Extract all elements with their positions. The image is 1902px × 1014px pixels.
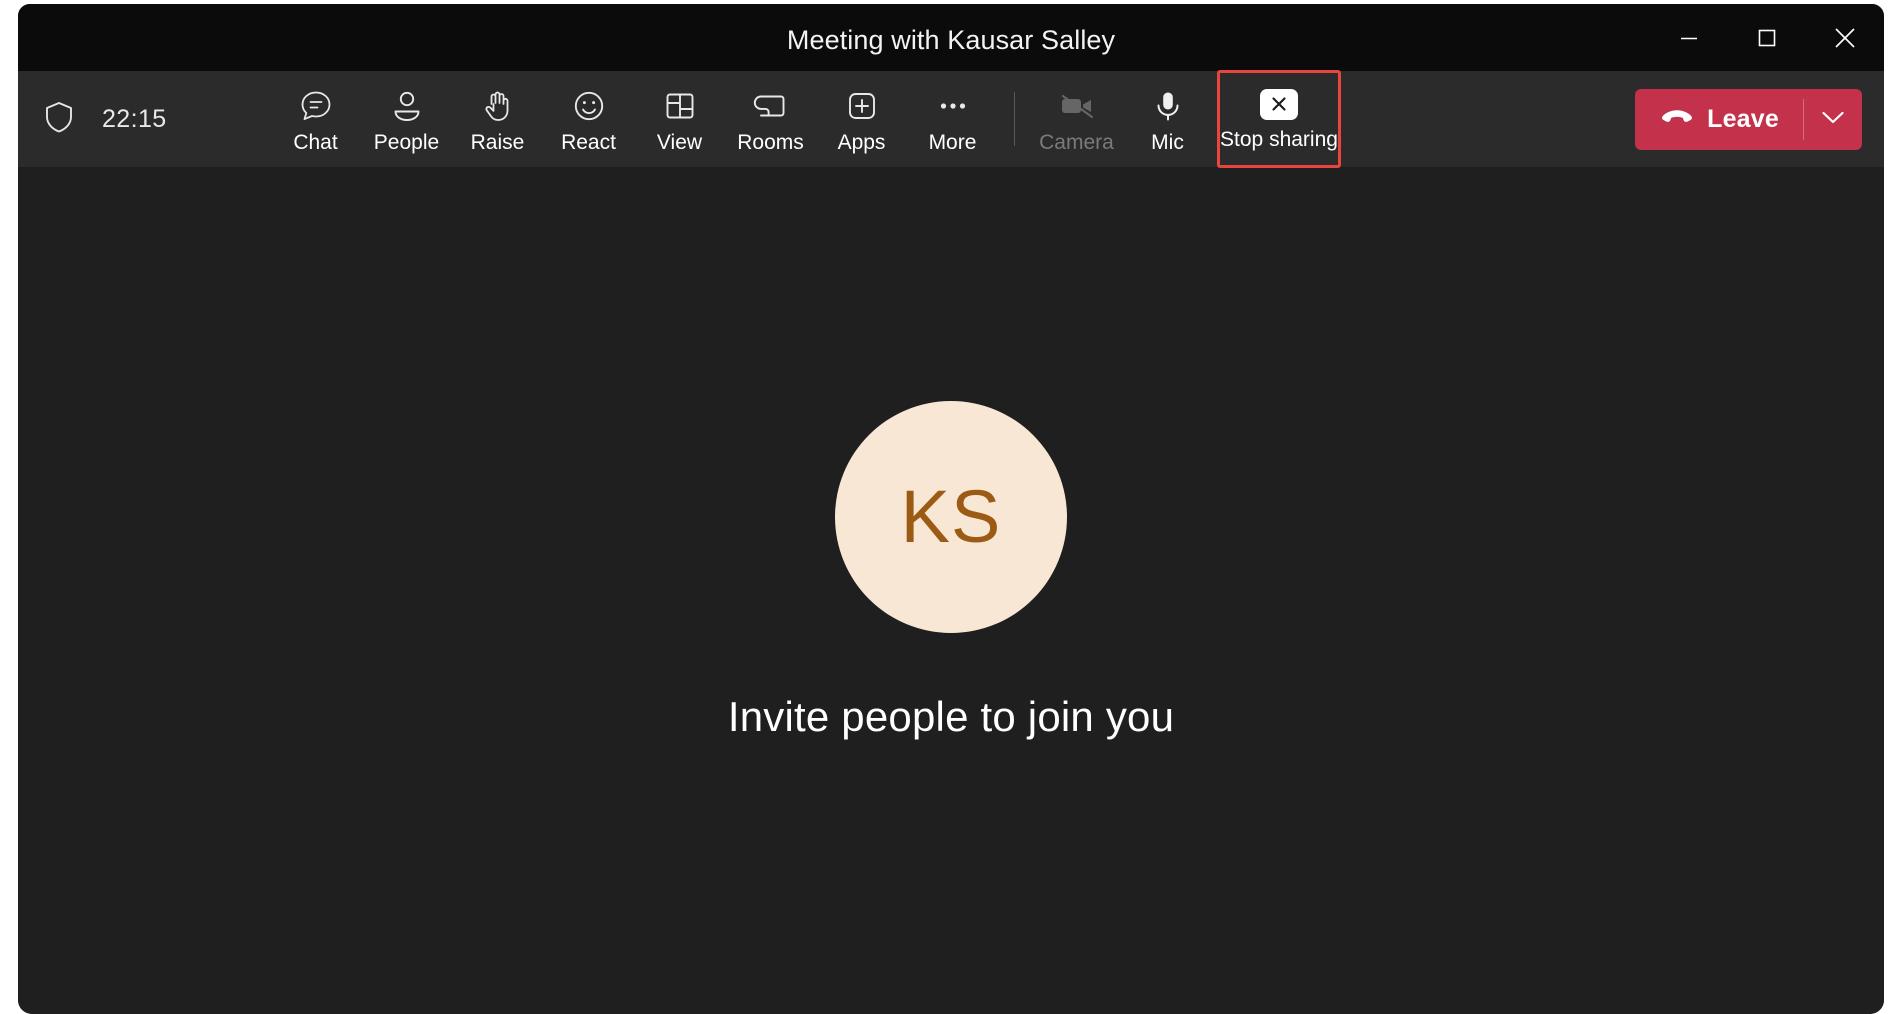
leave-button[interactable]: Leave (1635, 89, 1803, 150)
breakout-rooms-icon (752, 86, 790, 126)
toolbar-label-apps: Apps (838, 132, 886, 153)
toolbar-label-view: View (657, 132, 702, 153)
toolbar-label-chat: Chat (293, 132, 337, 153)
toolbar-button-apps[interactable]: Apps (816, 77, 907, 161)
stop-sharing-x-icon (1260, 89, 1298, 120)
toolbar-label-react: React (561, 132, 616, 153)
meeting-timer: 22:15 (102, 105, 167, 134)
toolbar-button-raise[interactable]: Raise (452, 77, 543, 161)
shield-icon (43, 100, 75, 139)
toolbar-button-react[interactable]: React (543, 77, 634, 161)
toolbar-right: Leave (1635, 71, 1862, 167)
meeting-toolbar: 22:15 Chat (18, 71, 1884, 167)
toolbar-button-camera[interactable]: Camera (1031, 77, 1122, 161)
raise-hand-icon (479, 86, 517, 126)
toolbar-actions: Chat People Raise (270, 71, 1341, 167)
maximize-button[interactable] (1728, 4, 1806, 71)
people-icon (388, 86, 426, 126)
view-layout-icon (661, 86, 699, 126)
shield-button[interactable] (36, 96, 82, 142)
stop-sharing-button[interactable]: Stop sharing (1217, 70, 1341, 168)
camera-off-icon (1057, 86, 1097, 126)
maximize-icon (1754, 25, 1780, 51)
avatar-initials: KS (901, 474, 1002, 559)
toolbar-button-more[interactable]: More (907, 77, 998, 161)
toolbar-label-rooms: Rooms (737, 132, 804, 153)
more-ellipsis-icon (934, 86, 972, 126)
mic-icon (1149, 86, 1187, 126)
hangup-icon (1661, 107, 1693, 132)
minimize-button[interactable] (1650, 4, 1728, 71)
teams-meeting-window: Meeting with Kausar Salley (18, 4, 1884, 1014)
meeting-stage: KS Invite people to join you (18, 167, 1884, 1014)
react-smiley-icon (570, 86, 608, 126)
toolbar-button-rooms[interactable]: Rooms (725, 77, 816, 161)
toolbar-divider (1014, 92, 1015, 146)
apps-plus-icon (843, 86, 881, 126)
toolbar-label-camera: Camera (1039, 132, 1114, 153)
toolbar-button-view[interactable]: View (634, 77, 725, 161)
toolbar-left: 22:15 (36, 96, 167, 142)
title-bar[interactable]: Meeting with Kausar Salley (18, 4, 1884, 71)
leave-label: Leave (1707, 105, 1779, 134)
chat-icon (297, 86, 335, 126)
window-controls (1650, 4, 1884, 71)
invite-message: Invite people to join you (728, 693, 1174, 741)
toolbar-label-mic: Mic (1151, 132, 1184, 153)
toolbar-label-people: People (374, 132, 439, 153)
close-icon (1831, 24, 1859, 52)
minimize-icon (1676, 25, 1702, 51)
toolbar-label-raise: Raise (471, 132, 525, 153)
avatar: KS (835, 401, 1067, 633)
toolbar-button-mic[interactable]: Mic (1122, 77, 1213, 161)
toolbar-button-chat[interactable]: Chat (270, 77, 361, 161)
stop-sharing-label: Stop sharing (1220, 129, 1338, 150)
toolbar-label-more: More (929, 132, 977, 153)
page-title: Meeting with Kausar Salley (787, 25, 1115, 56)
close-button[interactable] (1806, 4, 1884, 71)
leave-group: Leave (1635, 89, 1862, 150)
toolbar-button-people[interactable]: People (361, 77, 452, 161)
leave-options-button[interactable] (1804, 89, 1862, 150)
chevron-down-icon (1820, 108, 1846, 131)
